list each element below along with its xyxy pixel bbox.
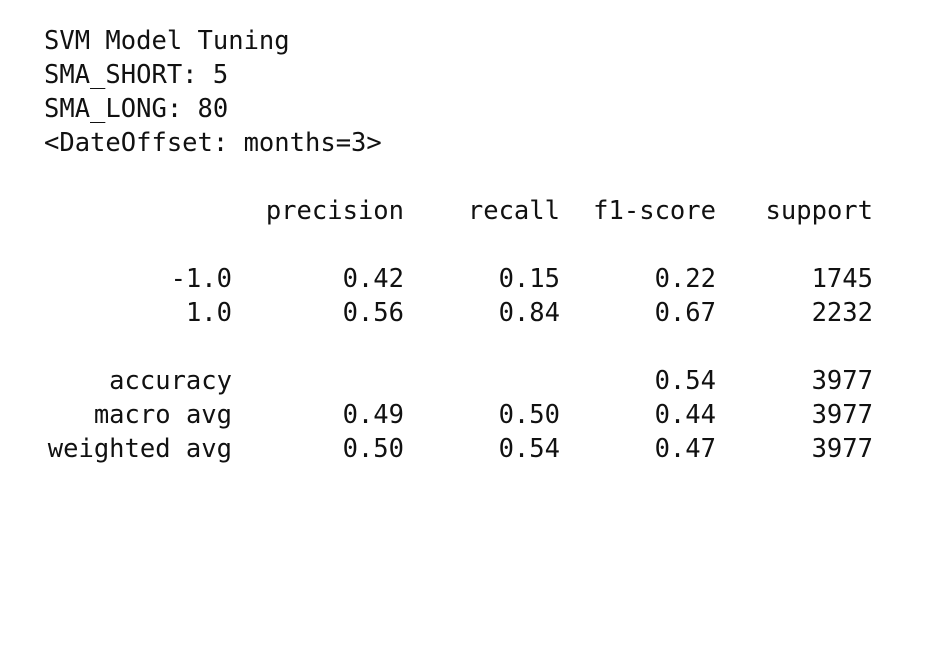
support-value: 3977 (811, 434, 873, 464)
report-row-macro-avg: macro avg 0.49 0.50 0.44 3977 (44, 398, 874, 432)
recall-value: 0.15 (498, 264, 560, 294)
f1-score-value: 0.67 (654, 298, 716, 328)
row-label: weighted avg (47, 434, 232, 464)
row-label: 1.0 (185, 298, 232, 328)
report-header-row: precision recall f1-score support (44, 194, 874, 228)
model-title: SVM Model Tuning (44, 26, 290, 56)
f1-score-value: 0.44 (654, 400, 716, 430)
precision-value: 0.42 (342, 264, 404, 294)
precision-value: 0.50 (342, 434, 404, 464)
support-value: 3977 (811, 400, 873, 430)
precision-header: precision (265, 196, 404, 226)
precision-value: 0.56 (342, 298, 404, 328)
recall-value: 0.50 (498, 400, 560, 430)
recall-header: recall (467, 196, 560, 226)
date-offset-line: <DateOffset: months=3> (44, 128, 382, 158)
sma-short-line: SMA_SHORT: 5 (44, 60, 229, 90)
recall-value: 0.84 (498, 298, 560, 328)
recall-value: 0.54 (498, 434, 560, 464)
console-output: SVM Model Tuning SMA_SHORT: 5 SMA_LONG: … (44, 24, 874, 466)
report-row-class-neg1: -1.0 0.42 0.15 0.22 1745 (44, 262, 874, 296)
sma-long-line: SMA_LONG: 80 (44, 94, 229, 124)
support-value: 1745 (811, 264, 873, 294)
report-row-accuracy: accuracy 0.54 3977 (44, 364, 874, 398)
support-value: 3977 (811, 366, 873, 396)
f1-score-value: 0.47 (654, 434, 716, 464)
support-value: 2232 (811, 298, 873, 328)
precision-value: 0.49 (342, 400, 404, 430)
support-header: support (765, 196, 873, 226)
row-label: accuracy (109, 366, 232, 396)
f1-score-value: 0.54 (654, 366, 716, 396)
f1-score-header: f1-score (593, 196, 716, 226)
row-label: -1.0 (170, 264, 232, 294)
report-row-class-pos1: 1.0 0.56 0.84 0.67 2232 (44, 296, 874, 330)
row-label: macro avg (93, 400, 232, 430)
f1-score-value: 0.22 (654, 264, 716, 294)
report-row-weighted-avg: weighted avg 0.50 0.54 0.47 3977 (44, 432, 874, 466)
